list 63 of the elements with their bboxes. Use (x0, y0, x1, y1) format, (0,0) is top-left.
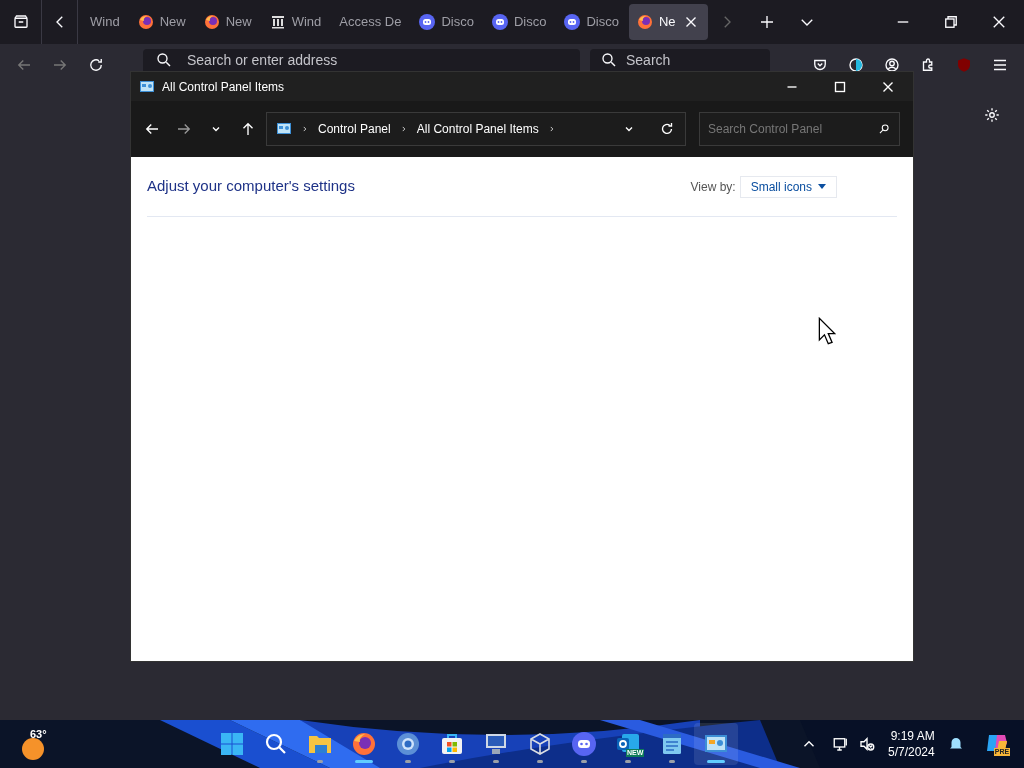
restore-icon[interactable] (942, 13, 960, 31)
browser-tab[interactable]: New (129, 4, 194, 40)
cube-icon (528, 732, 552, 756)
search-icon (155, 51, 173, 69)
view-by-label: View by: (690, 178, 736, 196)
firefox-icon (137, 14, 154, 30)
monitor-icon (484, 732, 508, 756)
search-field[interactable]: Search Control Panel (699, 112, 900, 146)
taskbar-app-button[interactable] (694, 723, 738, 765)
store-icon (440, 732, 464, 756)
breadcrumb-item[interactable]: Control Panel (318, 120, 391, 138)
control-panel-icon (139, 78, 155, 95)
browser-tab[interactable]: Ne (628, 4, 708, 40)
active-indicator (707, 760, 725, 763)
running-indicator (317, 760, 323, 763)
browser-tab[interactable]: Access De (331, 4, 410, 40)
active-indicator (355, 760, 373, 763)
weather-temperature: 63° (30, 727, 47, 742)
discord-icon (572, 732, 596, 756)
settings-icon[interactable] (983, 106, 1001, 124)
columns-icon (269, 14, 286, 30)
browser-tab[interactable]: Disco (483, 4, 555, 40)
window-title: All Control Panel Items (162, 78, 285, 96)
mouse-pointer-icon (818, 317, 836, 345)
volume-muted-icon[interactable] (858, 735, 876, 753)
running-indicator (449, 760, 455, 763)
discord-icon (564, 14, 581, 30)
reload-icon[interactable] (87, 56, 105, 74)
running-indicator (581, 760, 587, 763)
firefox-icon (352, 732, 376, 756)
search-icon (600, 51, 618, 69)
notepad-icon (660, 732, 684, 756)
address-bar[interactable]: Control Panel All Control Panel Items (266, 112, 686, 146)
firefox-icon (636, 14, 653, 30)
windows-logo-icon (220, 732, 244, 756)
caret-icon (818, 184, 826, 189)
running-indicator (493, 760, 499, 763)
clock-date[interactable]: 5/7/2024 (888, 744, 935, 760)
browser-tab[interactable]: Wind (82, 4, 128, 40)
running-indicator (537, 760, 543, 763)
control-panel-icon (276, 121, 292, 137)
contrast-icon[interactable] (847, 56, 865, 74)
search-icon (264, 732, 288, 756)
network-icon[interactable] (832, 735, 850, 753)
running-indicator (405, 760, 411, 763)
account-icon[interactable] (883, 56, 901, 74)
browser-tab[interactable]: Wind (261, 4, 330, 40)
browser-tab[interactable]: New (195, 4, 260, 40)
browser-icon (396, 732, 420, 756)
breadcrumb-item[interactable]: All Control Panel Items (416, 120, 539, 138)
running-indicator (625, 760, 631, 763)
page-heading: Adjust your computer's settings (147, 176, 355, 197)
search-field[interactable]: Search (590, 49, 770, 71)
firefox-icon (203, 14, 220, 30)
discord-icon (491, 14, 508, 30)
tab-list-icon[interactable] (11, 13, 30, 31)
browser-tab[interactable]: Disco (411, 4, 482, 40)
clock-time[interactable]: 9:19 AM (890, 728, 935, 744)
running-indicator (669, 760, 675, 763)
browser-tab[interactable]: Disco (556, 4, 627, 40)
view-by-dropdown[interactable]: Small icons (739, 175, 837, 198)
address-field[interactable]: Search or enter address (143, 49, 580, 71)
discord-icon (419, 14, 436, 30)
